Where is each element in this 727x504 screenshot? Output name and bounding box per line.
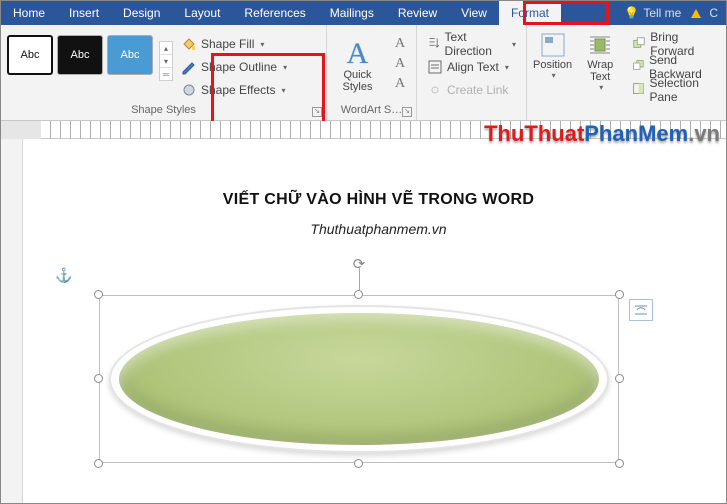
align-text-icon — [427, 59, 443, 75]
document-subtitle: Thuthuatphanmem.vn — [31, 221, 726, 237]
resize-handle[interactable] — [354, 290, 363, 299]
shape-effects-button[interactable]: Shape Effects▾ — [177, 79, 291, 101]
text-effects-button[interactable]: A — [390, 75, 410, 93]
wordart-a-icon: A — [345, 37, 371, 69]
send-backward-button[interactable]: Send Backward — [628, 56, 720, 78]
document-area: VIẾT CHỮ VÀO HÌNH VẼ TRONG WORD Thuthuat… — [1, 139, 726, 503]
align-text-button[interactable]: Align Text▾ — [423, 56, 520, 78]
dialog-launcher-icon[interactable]: ↘ — [312, 107, 322, 117]
page[interactable]: VIẾT CHỮ VÀO HÌNH VẼ TRONG WORD Thuthuat… — [31, 139, 726, 503]
text-direction-button[interactable]: Text Direction▾ — [423, 33, 520, 55]
wrap-text-button[interactable]: Wrap Text▾ — [580, 29, 620, 92]
shape-outline-button[interactable]: Shape Outline▾ — [177, 56, 291, 78]
bring-forward-icon — [632, 36, 646, 52]
resize-handle[interactable] — [94, 290, 103, 299]
tab-view[interactable]: View — [449, 1, 499, 25]
lightbulb-icon: 💡 — [624, 6, 639, 20]
shape-style-gallery[interactable]: Abc Abc Abc ▴▾═ — [7, 29, 173, 81]
shape-style-preset-2[interactable]: Abc — [57, 35, 103, 75]
position-button[interactable]: Position▾ — [533, 29, 572, 80]
tab-insert[interactable]: Insert — [57, 1, 111, 25]
tab-review[interactable]: Review — [386, 1, 449, 25]
layout-options-button[interactable] — [629, 299, 653, 321]
send-backward-icon — [632, 59, 645, 75]
quick-styles-button[interactable]: A Quick Styles — [331, 35, 384, 93]
shape-style-preset-3[interactable]: Abc — [107, 35, 153, 75]
wrap-text-icon — [586, 31, 614, 59]
bucket-icon — [181, 36, 197, 52]
link-icon — [427, 82, 443, 98]
selection-pane-button[interactable]: Selection Pane — [628, 79, 720, 101]
text-direction-icon — [427, 36, 441, 52]
selected-shape[interactable]: ⟳ — [99, 295, 619, 463]
position-icon — [539, 31, 567, 59]
resize-handle[interactable] — [615, 459, 624, 468]
layout-options-icon — [633, 303, 649, 317]
pen-icon — [181, 59, 197, 75]
tab-layout[interactable]: Layout — [172, 1, 232, 25]
resize-handle[interactable] — [615, 374, 624, 383]
dialog-launcher-icon[interactable]: ↘ — [402, 107, 412, 117]
effects-icon — [181, 82, 197, 98]
group-label-shape-styles: Shape Styles ↘ — [1, 102, 326, 120]
tab-design[interactable]: Design — [111, 1, 172, 25]
bring-forward-button[interactable]: Bring Forward — [628, 33, 720, 55]
selection-pane-icon — [632, 82, 645, 98]
text-outline-button[interactable]: A — [390, 55, 410, 73]
group-arrange: Position▾ Wrap Text▾ Bring Forward Send … — [527, 25, 726, 120]
ribbon: Abc Abc Abc ▴▾═ Shape Fill▾ Shape Outlin… — [1, 25, 726, 121]
gallery-more-button[interactable]: ▴▾═ — [159, 41, 173, 81]
group-wordart-styles: A Quick Styles A A A WordArt S… ↘ — [327, 25, 417, 120]
tell-me-search[interactable]: 💡 Tell me C — [616, 1, 726, 25]
tab-references[interactable]: References — [232, 1, 317, 25]
warning-icon — [691, 9, 701, 18]
group-label-wordart: WordArt S… ↘ — [327, 102, 416, 120]
shape-fill-button[interactable]: Shape Fill▾ — [177, 33, 291, 55]
resize-handle[interactable] — [354, 459, 363, 468]
anchor-icon: ⚓ — [55, 267, 72, 284]
group-text: Text Direction▾ Align Text▾ Create Link — [417, 25, 527, 120]
vertical-ruler[interactable] — [1, 139, 23, 503]
create-link-button[interactable]: Create Link — [423, 79, 520, 101]
text-fill-button[interactable]: A — [390, 35, 410, 53]
watermark: ThuThuatPhanMem.vn — [484, 121, 720, 147]
resize-handle[interactable] — [94, 459, 103, 468]
tab-format[interactable]: Format — [499, 1, 561, 25]
tab-mailings[interactable]: Mailings — [318, 1, 386, 25]
shape-style-preset-1[interactable]: Abc — [7, 35, 53, 75]
resize-handle[interactable] — [94, 374, 103, 383]
resize-handle[interactable] — [615, 290, 624, 299]
tab-home[interactable]: Home — [1, 1, 57, 25]
document-title: VIẾT CHỮ VÀO HÌNH VẼ TRONG WORD — [31, 191, 726, 209]
ribbon-tabs: Home Insert Design Layout References Mai… — [1, 1, 726, 25]
group-shape-styles: Abc Abc Abc ▴▾═ Shape Fill▾ Shape Outlin… — [1, 25, 327, 120]
